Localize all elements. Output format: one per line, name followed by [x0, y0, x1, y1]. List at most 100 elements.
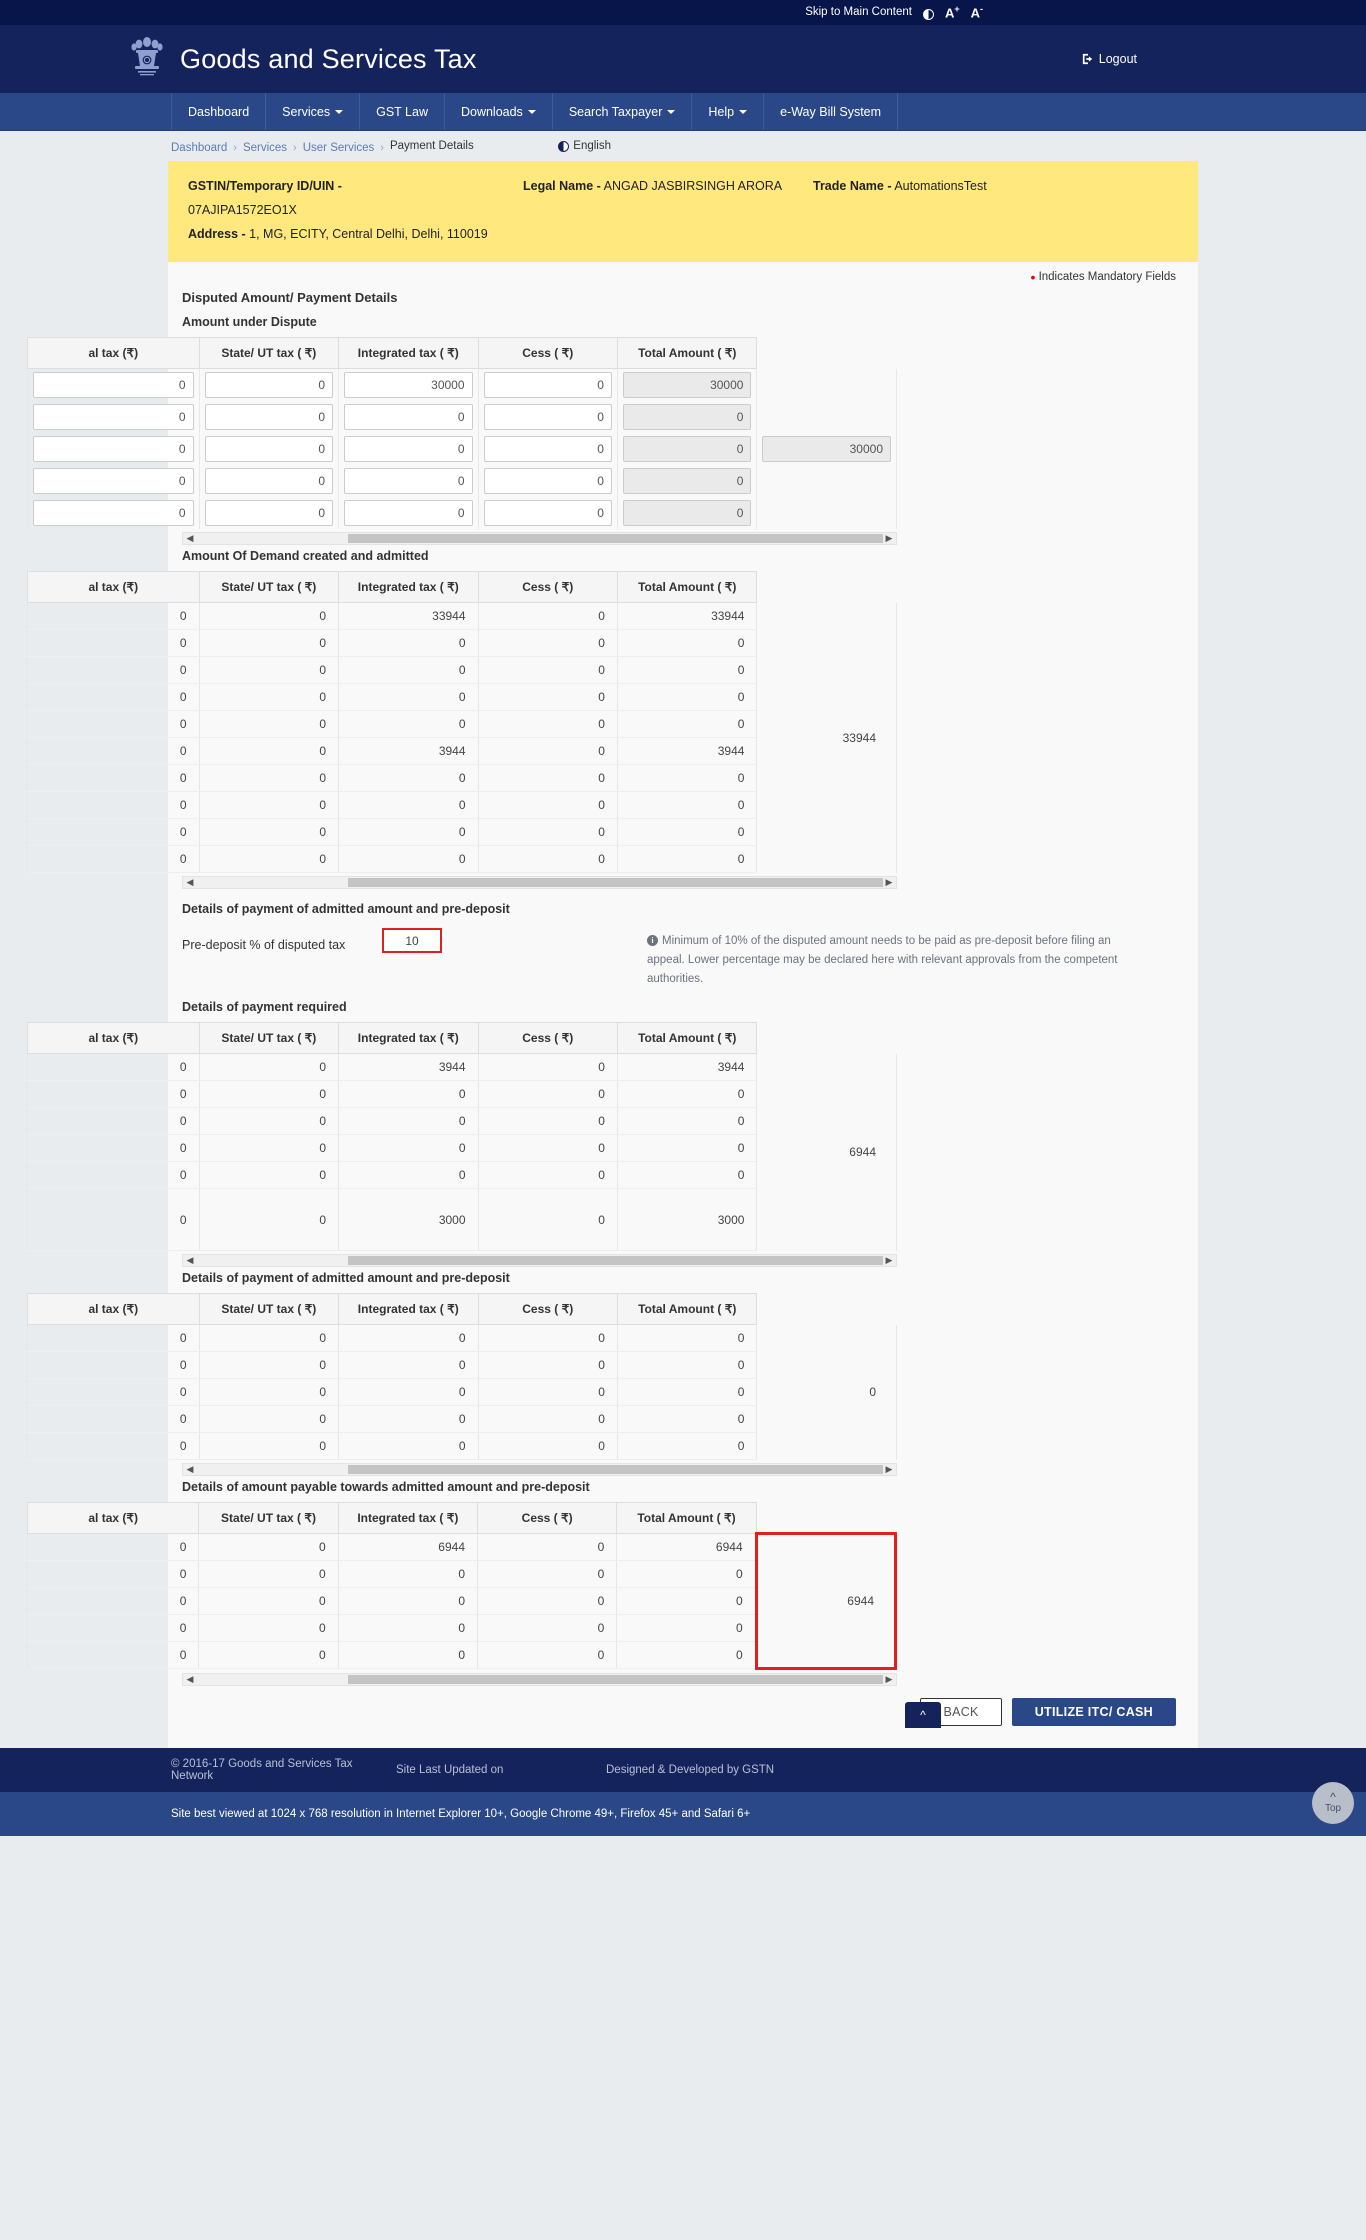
input-integrated[interactable]: [344, 436, 473, 463]
scroll-to-top-tab[interactable]: ^: [905, 1702, 941, 1729]
scroll-left-arrow-icon[interactable]: ◀: [184, 877, 196, 888]
horizontal-scrollbar-amount-under-dispute[interactable]: ◀ ▶: [182, 532, 897, 546]
font-decrease-button[interactable]: A-: [971, 4, 983, 20]
column-header-central: al tax (₹): [27, 337, 200, 370]
cell-cess[interactable]: [477, 465, 618, 498]
input-state[interactable]: [204, 500, 334, 527]
nav-item-e-way-bill-system[interactable]: e-Way Bill System: [764, 93, 899, 130]
nav-item-dashboard[interactable]: Dashboard: [171, 93, 267, 130]
cell-central[interactable]: [27, 465, 200, 498]
input-state[interactable]: [204, 436, 334, 463]
nav-item-help[interactable]: Help: [692, 93, 765, 130]
input-integrated[interactable]: [344, 500, 473, 527]
cell-total: 0: [616, 1641, 757, 1670]
cell-central[interactable]: [27, 433, 200, 466]
cell-cess[interactable]: [477, 368, 618, 402]
input-cess[interactable]: [483, 404, 612, 431]
cell-integrated[interactable]: [338, 368, 479, 402]
cell-total[interactable]: [616, 368, 758, 402]
input-cess[interactable]: [483, 500, 612, 527]
cell-state[interactable]: [198, 368, 340, 402]
scroll-right-arrow-icon[interactable]: ▶: [883, 1464, 895, 1475]
input-state[interactable]: [204, 404, 334, 431]
input-cess[interactable]: [483, 372, 612, 399]
scrollbar-thumb[interactable]: [348, 534, 883, 544]
column-header-total: Total Amount ( ₹): [616, 337, 758, 370]
nav-item-search-taxpayer[interactable]: Search Taxpayer: [553, 93, 693, 130]
input-central[interactable]: [33, 372, 194, 399]
nav-item-gst-law[interactable]: GST Law: [360, 93, 445, 130]
input-state[interactable]: [204, 372, 334, 399]
cell-total: 0: [616, 845, 758, 874]
scroll-right-arrow-icon[interactable]: ▶: [883, 1255, 895, 1266]
predeposit-percent-input[interactable]: [382, 928, 442, 954]
trade-name-value: AutomationsTest: [894, 179, 987, 193]
cell-state[interactable]: [198, 433, 340, 466]
language-selector[interactable]: English: [558, 140, 611, 152]
horizontal-scrollbar-details-of-payment-required[interactable]: ◀ ▶: [182, 1254, 897, 1268]
contrast-icon[interactable]: [922, 9, 934, 20]
main-content: GSTIN/Temporary ID/UIN - 07AJIPA1572EO1X…: [26, 161, 1198, 1749]
cell-total: 0: [616, 1432, 758, 1461]
scroll-right-arrow-icon[interactable]: ▶: [883, 877, 895, 888]
table-wrapper-amount-payable-admitted-and-predeposit: al tax (₹) State/ UT tax ( ₹) Integrated t…: [26, 1502, 898, 1671]
breadcrumb-link-services[interactable]: Services: [243, 142, 287, 154]
cell-total[interactable]: [616, 433, 758, 466]
input-central[interactable]: [33, 436, 194, 463]
scroll-right-arrow-icon[interactable]: ▶: [883, 1674, 895, 1685]
breadcrumb-link-dashboard[interactable]: Dashboard: [171, 142, 227, 154]
scroll-right-arrow-icon[interactable]: ▶: [883, 533, 895, 544]
cell-integrated[interactable]: [338, 497, 479, 530]
cell-total[interactable]: [616, 401, 758, 434]
utilize-itc-cash-button[interactable]: UTILIZE ITC/ CASH: [1011, 1698, 1176, 1727]
scroll-left-arrow-icon[interactable]: ◀: [184, 1674, 196, 1685]
cell-central: 0: [27, 656, 200, 685]
breadcrumb-link-user-services[interactable]: User Services: [303, 142, 375, 154]
cell-total[interactable]: [616, 497, 758, 530]
scrollbar-thumb[interactable]: [348, 1675, 883, 1685]
input-integrated[interactable]: [344, 468, 473, 495]
cell-state[interactable]: [198, 401, 340, 434]
scroll-left-arrow-icon[interactable]: ◀: [184, 1464, 196, 1475]
cell-cess[interactable]: [477, 497, 618, 530]
input-cess[interactable]: [483, 436, 612, 463]
cell-central[interactable]: [27, 497, 200, 530]
cell-cess[interactable]: [477, 433, 618, 466]
cell-central[interactable]: [27, 368, 200, 402]
cell-central[interactable]: [27, 401, 200, 434]
cell-integrated[interactable]: [338, 465, 479, 498]
scrollbar-thumb[interactable]: [348, 1465, 883, 1475]
cell-total[interactable]: [616, 465, 758, 498]
input-central[interactable]: [33, 500, 194, 527]
page-title: Goods and Services Tax: [180, 43, 477, 74]
input-central[interactable]: [33, 468, 194, 495]
cell-central: 0: [27, 629, 200, 658]
scroll-left-arrow-icon[interactable]: ◀: [184, 533, 196, 544]
back-to-top-button[interactable]: ^ Top: [1312, 1782, 1354, 1825]
input-central[interactable]: [33, 404, 194, 431]
cell-integrated[interactable]: [338, 401, 479, 434]
skip-to-main-content-link[interactable]: Skip to Main Content: [805, 6, 912, 19]
horizontal-scrollbar-amount-payable-admitted-and-predeposit[interactable]: ◀ ▶: [182, 1673, 897, 1687]
input-state[interactable]: [204, 468, 334, 495]
cell-state[interactable]: [198, 465, 340, 498]
nav-item-downloads[interactable]: Downloads: [445, 93, 553, 130]
horizontal-scrollbar-payment-of-admitted-and-predeposit[interactable]: ◀ ▶: [182, 1463, 897, 1477]
cell-integrated[interactable]: [338, 433, 479, 466]
font-increase-button[interactable]: A+: [945, 4, 960, 20]
nav-item-services[interactable]: Services: [266, 93, 361, 130]
cell-state: 0: [198, 1053, 340, 1082]
scrollbar-thumb[interactable]: [348, 1256, 883, 1266]
horizontal-scrollbar-demand-created-and-admitted[interactable]: ◀ ▶: [182, 876, 897, 890]
cell-cess[interactable]: [477, 401, 618, 434]
input-integrated[interactable]: [344, 372, 473, 399]
input-cess[interactable]: [483, 468, 612, 495]
scroll-left-arrow-icon[interactable]: ◀: [184, 1255, 196, 1266]
scrollbar-thumb[interactable]: [348, 878, 883, 888]
cell-cess: 0: [477, 1080, 618, 1109]
logout-button[interactable]: Logout: [1082, 52, 1137, 66]
input-total: [622, 500, 752, 527]
cell-state[interactable]: [198, 497, 340, 530]
input-integrated[interactable]: [344, 404, 473, 431]
footer-copyright: © 2016-17 Goods and Services Tax Network: [171, 1758, 353, 1783]
